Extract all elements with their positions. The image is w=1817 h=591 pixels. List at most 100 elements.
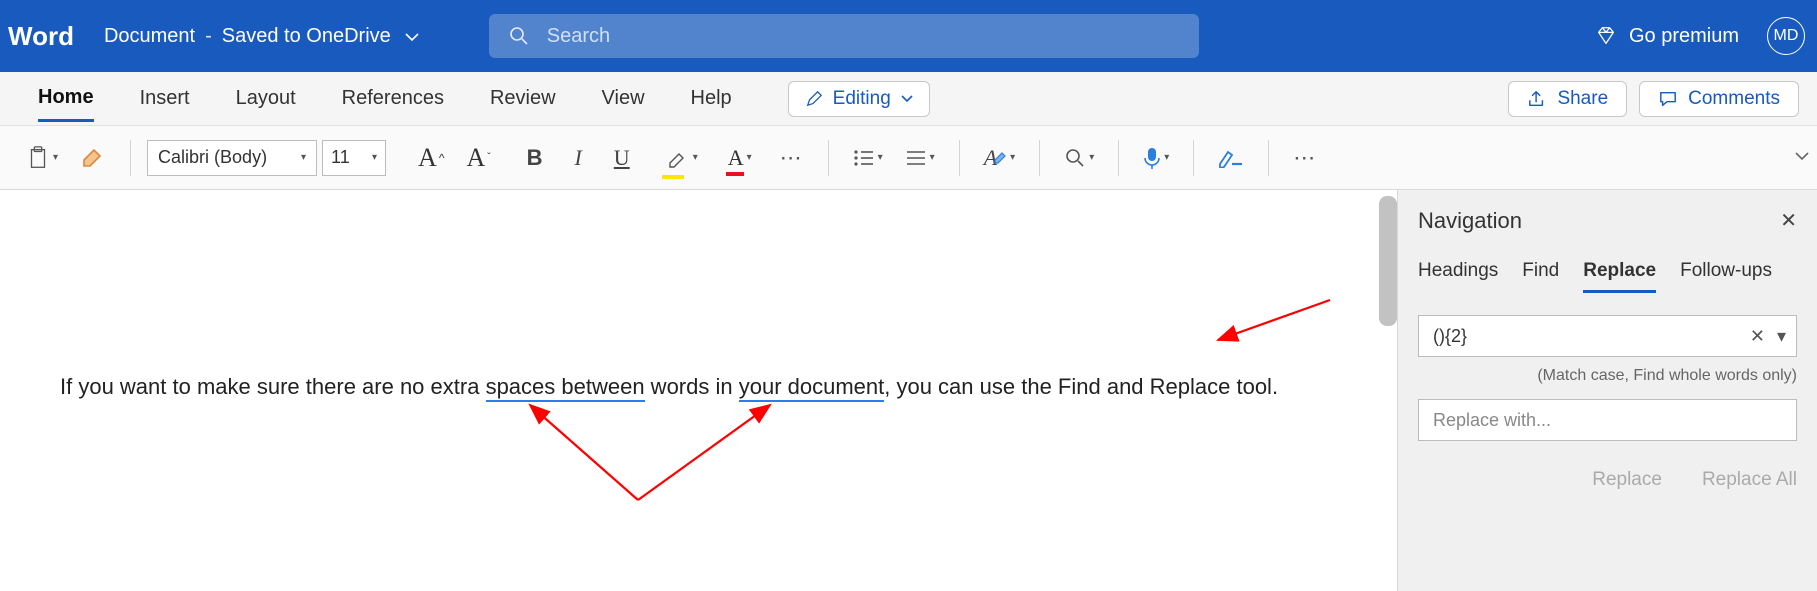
clear-icon[interactable]: ✕ [1750,326,1765,347]
editor-button[interactable] [1210,138,1252,178]
doc-text: words in [645,374,739,399]
user-avatar[interactable]: MD [1767,17,1805,55]
title-bar: Word Document - Saved to OneDrive Search… [0,0,1817,72]
workspace: If you want to make sure there are no ex… [0,190,1817,591]
tab-view[interactable]: View [602,77,645,120]
comments-label: Comments [1688,88,1780,110]
dictate-button[interactable]: ▾ [1135,138,1177,178]
find-button[interactable]: ▾ [1056,138,1102,178]
chevron-down-icon: ▾ [372,152,377,163]
chevron-down-icon[interactable] [405,25,419,48]
chevron-down-icon[interactable]: ▾ [1777,326,1786,347]
ribbon-toolbar: ▾ Calibri (Body) ▾ 11 ▾ A^ Aˇ B I U ▾ A … [0,126,1817,190]
ribbon-tabs: Home Insert Layout References Review Vie… [0,72,1817,126]
underline-button[interactable]: U [606,138,638,178]
editing-mode-label: Editing [833,88,891,110]
editing-mode-button[interactable]: Editing [788,81,930,117]
chevron-down-icon: ▾ [1010,152,1015,163]
nav-tab-followups[interactable]: Follow-ups [1680,260,1772,293]
chevron-down-icon: ▾ [53,152,58,163]
share-button[interactable]: Share [1508,81,1627,117]
navigation-pane: Navigation ✕ Headings Find Replace Follo… [1397,190,1817,591]
font-size-select[interactable]: 11 ▾ [322,140,386,176]
chevron-down-icon: ▾ [930,152,935,163]
save-status: Saved to OneDrive [222,25,391,48]
navigation-title: Navigation [1418,208,1797,234]
close-icon[interactable]: ✕ [1780,208,1797,233]
more-font-options-button[interactable]: ⋯ [772,138,812,178]
font-size-value: 11 [331,147,350,168]
vertical-scrollbar[interactable] [1379,196,1397,326]
tab-help[interactable]: Help [691,77,732,120]
tab-layout[interactable]: Layout [236,77,296,120]
navigation-tabs: Headings Find Replace Follow-ups [1418,260,1797,293]
doc-text: If you want to make sure there are no ex… [60,374,486,399]
match-options-note: (Match case, Find whole words only) [1418,367,1797,385]
search-icon [1064,147,1086,169]
chevron-down-icon: ▾ [878,152,883,163]
toolbar-divider [1268,140,1269,176]
comment-icon [1658,90,1678,108]
toolbar-divider [1039,140,1040,176]
tab-references[interactable]: References [342,77,444,120]
font-family-value: Calibri (Body) [158,147,267,168]
search-box[interactable]: Search [489,14,1199,58]
share-label: Share [1557,88,1608,110]
comments-button[interactable]: Comments [1639,81,1799,117]
find-input[interactable]: (){2} ✕ ▾ [1418,315,1797,357]
replace-all-button[interactable]: Replace All [1702,469,1797,491]
toolbar-divider [130,140,131,176]
font-family-select[interactable]: Calibri (Body) ▾ [147,140,317,176]
chevron-down-icon: ▾ [747,152,752,163]
nav-tab-replace[interactable]: Replace [1583,260,1656,293]
tab-review[interactable]: Review [490,77,556,120]
tab-insert[interactable]: Insert [140,77,190,120]
search-placeholder: Search [547,25,610,48]
more-commands-button[interactable]: ⋯ [1285,138,1325,178]
bold-button[interactable]: B [519,138,551,178]
styles-button[interactable]: A ▾ [976,138,1023,178]
find-input-value: (){2} [1433,326,1467,347]
numbering-button[interactable]: ▾ [897,138,943,178]
toolbar-divider [959,140,960,176]
nav-tab-headings[interactable]: Headings [1418,260,1498,293]
nav-tab-find[interactable]: Find [1522,260,1559,293]
editor-icon [1218,148,1244,168]
go-premium-button[interactable]: Go premium [1595,25,1739,48]
document-area[interactable]: If you want to make sure there are no ex… [0,190,1397,591]
replace-button[interactable]: Replace [1592,469,1662,491]
font-color-button[interactable]: A ▾ [720,138,760,178]
chevron-down-icon: ▾ [693,152,698,163]
format-painter-button[interactable] [72,138,114,178]
replace-input[interactable]: Replace with... [1418,399,1797,441]
title-separator: - [205,25,212,48]
shrink-font-button[interactable]: Aˇ [458,138,498,178]
document-name: Document [104,25,195,48]
toolbar-divider [1118,140,1119,176]
highlighter-icon [666,147,690,169]
highlight-button[interactable]: ▾ [658,138,706,178]
search-icon [509,26,529,46]
replace-placeholder: Replace with... [1433,410,1551,431]
italic-button[interactable]: I [566,138,589,178]
doc-text: , you can use the Find and Replace tool. [884,374,1278,399]
toolbar-divider [828,140,829,176]
share-icon [1527,90,1547,108]
document-body[interactable]: If you want to make sure there are no ex… [0,190,1367,403]
microphone-icon [1143,146,1161,170]
chevron-down-icon: ▾ [1164,152,1169,163]
go-premium-label: Go premium [1629,25,1739,48]
toolbar-divider [1193,140,1194,176]
chevron-down-icon: ▾ [1089,152,1094,163]
document-title-group[interactable]: Document - Saved to OneDrive [104,25,419,48]
chevron-down-icon [901,95,913,103]
tab-home[interactable]: Home [38,76,94,122]
collapse-ribbon-button[interactable] [1795,148,1809,166]
bullets-button[interactable]: ▾ [845,138,891,178]
paste-button[interactable]: ▾ [18,138,66,178]
grammar-underline[interactable]: spaces between [486,374,645,402]
grammar-underline[interactable]: your document [739,374,885,402]
grow-font-button[interactable]: A^ [410,138,452,178]
chevron-down-icon: ▾ [301,152,306,163]
app-name: Word [0,21,104,52]
